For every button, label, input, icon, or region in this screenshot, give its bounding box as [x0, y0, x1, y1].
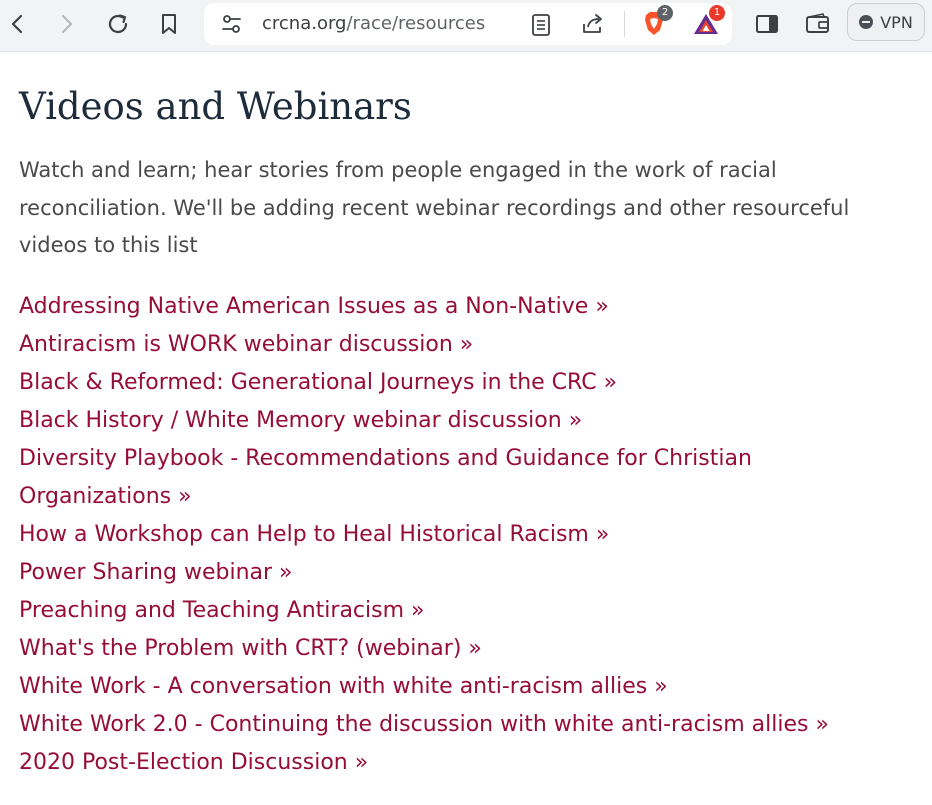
reload-button[interactable]	[101, 9, 135, 39]
back-arrow-icon	[8, 13, 26, 35]
reader-mode-icon[interactable]	[530, 13, 552, 41]
video-link-item[interactable]: Antiracism is WORK webinar discussion »	[19, 326, 924, 364]
forward-button[interactable]	[50, 9, 84, 39]
url-text[interactable]: crcna.org/race/resources	[262, 13, 485, 34]
video-link-item[interactable]: Diversity Playbook - Recommendations and…	[19, 440, 809, 516]
url-path: /race/resources	[346, 13, 486, 34]
intro-text: Watch and learn; hear stories from peopl…	[19, 158, 850, 257]
sidebar-icon	[755, 13, 779, 35]
sidebar-toggle-button[interactable]	[750, 9, 784, 39]
bookmark-button[interactable]	[152, 9, 186, 39]
shields-badge: 2	[657, 5, 673, 21]
video-link-item[interactable]: Addressing Native American Issues as a N…	[19, 288, 924, 326]
rewards-badge: 1	[709, 5, 725, 21]
address-bar[interactable]: crcna.org/race/resources 2 1	[204, 3, 732, 45]
browser-toolbar: crcna.org/race/resources 2 1 VPN	[0, 0, 932, 52]
url-host: crcna.org	[262, 13, 347, 34]
urlbar-divider	[624, 11, 625, 37]
video-link-item[interactable]: Black & Reformed: Generational Journeys …	[19, 364, 924, 402]
video-link-item[interactable]: How a Workshop can Help to Heal Historic…	[19, 516, 924, 554]
video-link-item[interactable]: White Work 2.0 - Continuing the discussi…	[19, 706, 924, 744]
forward-arrow-icon	[58, 13, 76, 35]
bookmark-icon	[160, 12, 178, 36]
vpn-button[interactable]: VPN	[847, 3, 925, 41]
site-settings-icon[interactable]	[220, 13, 244, 39]
video-link-item[interactable]: White Work - A conversation with white a…	[19, 668, 924, 706]
video-link-item[interactable]: Power Sharing webinar »	[19, 554, 924, 592]
video-link-list: Addressing Native American Issues as a N…	[19, 288, 924, 782]
main-content: Videos and Webinars Watch and learn; hea…	[19, 52, 924, 782]
video-link-item[interactable]: Black History / White Memory webinar dis…	[19, 402, 924, 440]
vpn-label: VPN	[880, 12, 913, 32]
back-button[interactable]	[0, 9, 34, 39]
page-title: Videos and Webinars	[19, 85, 412, 128]
wallet-icon	[805, 13, 831, 35]
vpn-status-icon	[859, 15, 874, 29]
share-icon[interactable]	[580, 12, 606, 40]
reload-icon	[106, 12, 130, 36]
video-link-item[interactable]: What's the Problem with CRT? (webinar) »	[19, 630, 924, 668]
video-link-item[interactable]: 2020 Post-Election Discussion »	[19, 744, 924, 782]
wallet-button[interactable]	[801, 9, 835, 39]
video-link-item[interactable]: Preaching and Teaching Antiracism »	[19, 592, 924, 630]
